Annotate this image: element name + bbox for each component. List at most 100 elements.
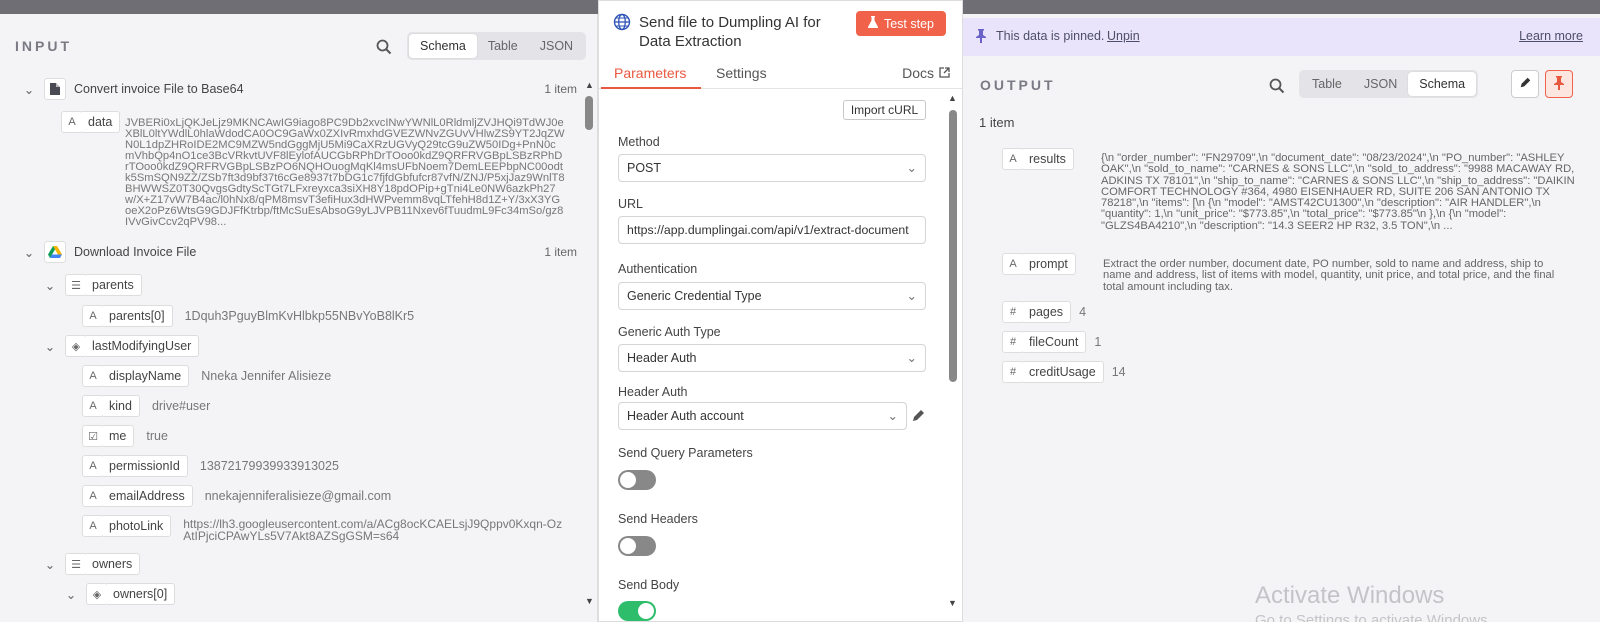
string-type-icon: A: [82, 365, 104, 387]
generic-auth-type-label: Generic Auth Type: [618, 325, 721, 339]
input-view-toggle: Schema Table JSON: [407, 32, 587, 60]
chevron-down-icon: ⌄: [906, 351, 917, 365]
boolean-type-icon: ☑: [82, 425, 104, 447]
node-item-count: 1 item: [544, 245, 577, 259]
pencil-icon: [1519, 76, 1532, 92]
url-field[interactable]: https://app.dumplingai.com/api/v1/extrac…: [618, 216, 926, 244]
input-mode-schema[interactable]: Schema: [409, 34, 477, 58]
field-parents[interactable]: ⌄ ☰ parents: [43, 274, 142, 296]
output-value-results: {\n "order_number": "FN29709",\n "docume…: [1101, 152, 1575, 232]
string-type-icon: A: [61, 111, 83, 133]
scroll-thumb[interactable]: [949, 110, 957, 382]
output-panel: OUTPUT Table JSON Schema 1 item Aresults…: [963, 14, 1600, 622]
input-mode-json[interactable]: JSON: [529, 34, 584, 58]
flask-icon: [867, 16, 878, 31]
scroll-down-arrow[interactable]: ▼: [585, 596, 594, 606]
input-mode-table[interactable]: Table: [477, 34, 529, 58]
search-icon[interactable]: [1269, 78, 1285, 94]
pin-data-button[interactable]: [1545, 70, 1573, 98]
send-body-label: Send Body: [618, 578, 680, 592]
string-type-icon: A: [82, 485, 104, 507]
url-label: URL: [618, 197, 644, 211]
string-type-icon: A: [82, 305, 104, 327]
field-value: 1Dquh3PguyBlmKvHlbkp55NBvYoB8lKr5: [184, 309, 415, 323]
chevron-down-icon: ⌄: [906, 289, 917, 303]
header-auth-select[interactable]: Header Auth account ⌄: [618, 402, 907, 430]
field-owners[interactable]: ⌄ ☰ owners: [43, 553, 141, 575]
output-title: OUTPUT: [980, 77, 1056, 93]
chevron-down-icon[interactable]: ⌄: [64, 587, 78, 602]
unpin-link[interactable]: Unpin: [1107, 29, 1140, 43]
node-row-download[interactable]: ⌄ Download Invoice File: [22, 241, 196, 263]
header-auth-value: Header Auth account: [627, 409, 744, 423]
field-me: ☑ me true: [82, 425, 168, 447]
scroll-up-arrow[interactable]: ▲: [585, 80, 594, 90]
field-parents-0: Aparents[0] 1Dquh3PguyBlmKvHlbkp55NBvYoB…: [82, 305, 414, 327]
activate-windows-subtext: Go to Settings to activate Windows.: [1255, 612, 1492, 622]
node-name: Convert invoice File to Base64: [74, 82, 244, 96]
number-type-icon: #: [1002, 361, 1024, 383]
output-field-results: Aresults: [1002, 148, 1074, 170]
output-field-file-count: # fileCount 1: [1002, 331, 1101, 353]
authentication-select[interactable]: Generic Credential Type ⌄: [618, 282, 926, 310]
send-query-label: Send Query Parameters: [618, 446, 753, 460]
field-key: pages: [1023, 301, 1072, 323]
field-data: Adata: [61, 111, 121, 133]
node-title[interactable]: Send file to Dumpling AI for Data Extrac…: [639, 13, 849, 51]
field-key: data: [82, 111, 121, 133]
field-owners-0[interactable]: ⌄ ◈ owners[0]: [64, 583, 176, 605]
number-type-icon: #: [1002, 331, 1024, 353]
generic-auth-type-select[interactable]: Header Auth ⌄: [618, 344, 926, 372]
chevron-down-icon[interactable]: ⌄: [22, 82, 36, 97]
object-type-icon: ◈: [86, 583, 108, 605]
docs-label: Docs: [902, 65, 934, 81]
send-headers-toggle[interactable]: [618, 536, 656, 556]
scroll-down-arrow[interactable]: ▼: [948, 598, 957, 608]
method-select[interactable]: POST ⌄: [618, 154, 926, 182]
scroll-up-arrow[interactable]: ▲: [948, 93, 957, 103]
form-scrollbar[interactable]: ▲ ▼: [947, 93, 959, 613]
import-curl-button[interactable]: Import cURL: [843, 100, 926, 120]
send-query-toggle[interactable]: [618, 470, 656, 490]
chevron-down-icon[interactable]: ⌄: [22, 245, 36, 260]
learn-more-link[interactable]: Learn more: [1519, 29, 1583, 43]
chevron-down-icon: ⌄: [906, 161, 917, 175]
field-key: displayName: [103, 365, 190, 387]
field-key: emailAddress: [103, 485, 193, 507]
string-type-icon: A: [82, 515, 104, 537]
output-view-toggle: Table JSON Schema: [1299, 70, 1479, 98]
field-display-name: AdisplayName Nneka Jennifer Alisieze: [82, 365, 331, 387]
chevron-down-icon[interactable]: ⌄: [43, 557, 57, 572]
list-type-icon: ☰: [65, 553, 87, 575]
edit-output-button[interactable]: [1511, 70, 1539, 98]
chevron-down-icon[interactable]: ⌄: [43, 339, 57, 354]
node-name: Download Invoice File: [74, 245, 197, 259]
test-step-button[interactable]: Test step: [856, 11, 946, 36]
tab-parameters[interactable]: Parameters: [614, 65, 686, 81]
field-key: lastModifyingUser: [86, 335, 200, 357]
output-field-pages: # pages 4: [1002, 301, 1086, 323]
tab-settings[interactable]: Settings: [716, 65, 767, 81]
chevron-down-icon[interactable]: ⌄: [43, 278, 57, 293]
field-email-address: AemailAddress nnekajenniferalisieze@gmai…: [82, 485, 391, 507]
field-value: true: [146, 429, 168, 443]
node-row-convert[interactable]: ⌄ Convert invoice File to Base64: [22, 78, 244, 100]
field-key: kind: [103, 395, 140, 417]
send-body-toggle[interactable]: [618, 601, 656, 621]
field-last-modifying-user[interactable]: ⌄ ◈ lastModifyingUser: [43, 335, 200, 357]
output-mode-json[interactable]: JSON: [1353, 72, 1408, 96]
output-field-credit-usage: # creditUsage 14: [1002, 361, 1126, 383]
search-icon[interactable]: [376, 39, 392, 55]
edit-credential-icon[interactable]: [911, 408, 927, 424]
scroll-thumb[interactable]: [585, 96, 593, 130]
input-scrollbar[interactable]: ▲ ▼: [583, 80, 595, 620]
input-title: INPUT: [15, 38, 72, 54]
field-key: me: [103, 425, 135, 447]
output-mode-schema[interactable]: Schema: [1408, 72, 1477, 96]
output-mode-table[interactable]: Table: [1301, 72, 1353, 96]
object-type-icon: ◈: [65, 335, 87, 357]
docs-link[interactable]: Docs: [902, 65, 950, 81]
globe-icon: [613, 13, 631, 31]
list-type-icon: ☰: [65, 274, 87, 296]
active-tab-underline: [601, 87, 701, 89]
